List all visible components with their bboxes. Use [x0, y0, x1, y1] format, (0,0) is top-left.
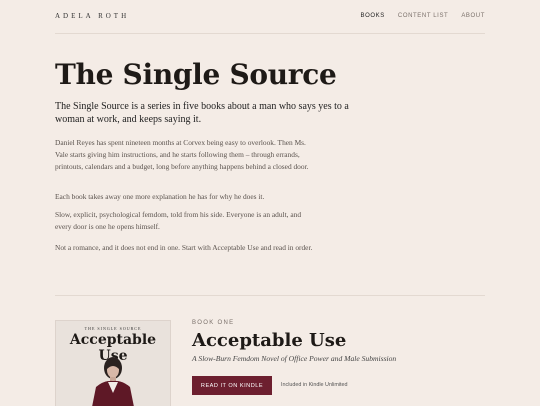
site-header: ADELA ROTH BOOKS CONTENT LIST ABOUT — [55, 0, 485, 34]
main-nav: BOOKS CONTENT LIST ABOUT — [361, 13, 485, 19]
nav-item-about[interactable]: ABOUT — [461, 13, 485, 19]
section-divider — [55, 295, 485, 296]
book-subtitle: A Slow-Burn Femdom Novel of Office Power… — [192, 354, 397, 363]
series-lead: The Single Source is a series in five bo… — [55, 101, 349, 125]
intro-paragraph: Not a romance, and it does not end in on… — [55, 243, 313, 252]
book-cover[interactable]: THE SINGLE SOURCE Acceptable Use — [55, 320, 171, 406]
intro-paragraph: Daniel Reyes has spent nineteen months a… — [55, 138, 309, 171]
nav-item-books[interactable]: BOOKS — [361, 13, 385, 19]
page-title: The Single Source — [55, 58, 337, 91]
read-on-kindle-button[interactable]: READ IT ON KINDLE — [192, 376, 272, 395]
intro-paragraph: Each book takes away one more explanatio… — [55, 192, 265, 201]
kindle-unlimited-note: Included in Kindle Unlimited — [281, 382, 348, 388]
book-title[interactable]: Acceptable Use — [192, 330, 346, 351]
intro-paragraph: Slow, explicit, psychological femdom, to… — [55, 210, 302, 231]
nav-item-content-list[interactable]: CONTENT LIST — [398, 13, 448, 19]
cover-figure-illustration — [92, 357, 134, 406]
cover-series-label: THE SINGLE SOURCE — [84, 326, 142, 331]
book-number-label: BOOK ONE — [192, 320, 235, 326]
site-brand[interactable]: ADELA ROTH — [55, 12, 129, 20]
